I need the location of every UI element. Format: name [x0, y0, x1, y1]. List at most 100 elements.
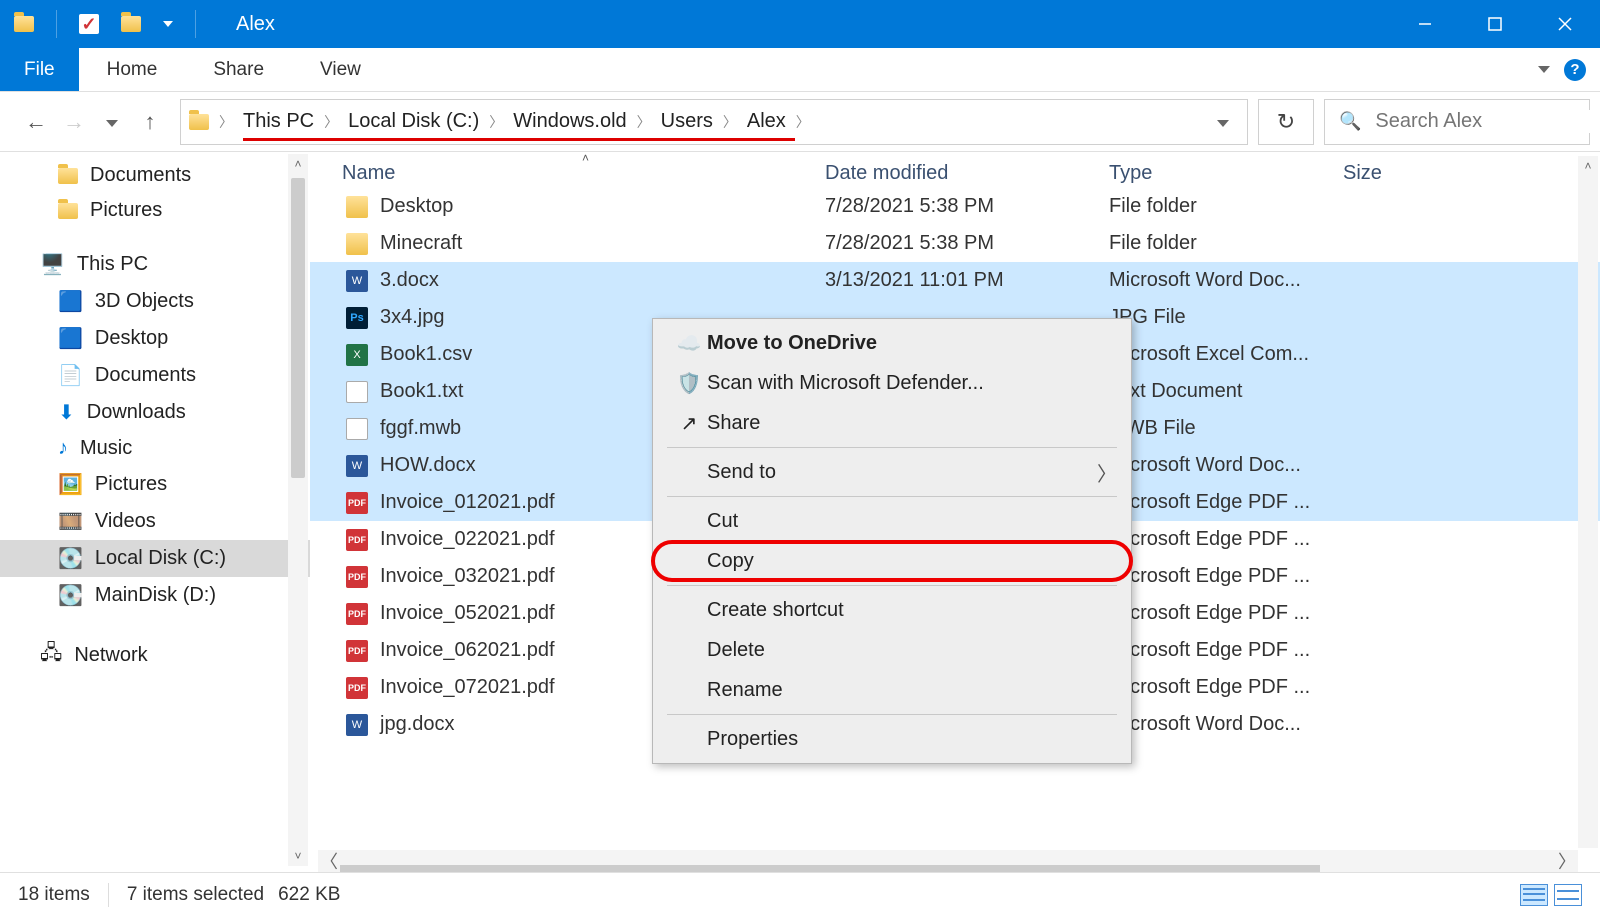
- horizontal-scrollbar[interactable]: 〈 〉: [318, 850, 1578, 872]
- ctx-label: Send to: [707, 461, 1097, 484]
- chevron-right-icon: 〉: [1097, 458, 1131, 487]
- file-name: 3x4.jpg: [380, 306, 445, 329]
- file-row[interactable]: Desktop7/28/2021 5:38 PMFile folder: [310, 188, 1600, 225]
- ctx-label: Rename: [707, 679, 1131, 702]
- scroll-up-icon[interactable]: ˄: [288, 154, 308, 174]
- scroll-right-icon[interactable]: 〉: [1556, 848, 1578, 874]
- file-name: HOW.docx: [380, 454, 476, 477]
- breadcrumb-item[interactable]: This PC: [237, 110, 320, 133]
- col-size[interactable]: Size: [1343, 162, 1393, 185]
- chevron-right-icon[interactable]: 〉: [633, 112, 655, 132]
- tab-view[interactable]: View: [292, 48, 389, 91]
- vertical-scrollbar[interactable]: ˄: [1578, 156, 1598, 848]
- sidebar-scrollbar[interactable]: ˄ ˅: [288, 154, 308, 866]
- check-icon[interactable]: ✓: [79, 14, 99, 34]
- file-date: 7/28/2021 5:38 PM: [825, 195, 1109, 218]
- qat-dropdown-icon[interactable]: [163, 21, 173, 27]
- desktop-icon: 🟦: [58, 326, 83, 351]
- documents-icon: 📄: [58, 363, 83, 388]
- sidebar-item-thispc[interactable]: 🖥️This PC: [0, 246, 310, 283]
- tab-share[interactable]: Share: [185, 48, 292, 91]
- file-type: Microsoft Edge PDF ...: [1109, 602, 1343, 625]
- up-button[interactable]: ↑: [136, 109, 164, 135]
- back-button[interactable]: ←: [22, 109, 50, 135]
- ctx-cut[interactable]: Cut: [653, 501, 1131, 541]
- view-icons-button[interactable]: [1554, 884, 1582, 906]
- file-row[interactable]: W3.docx3/13/2021 11:01 PMMicrosoft Word …: [310, 262, 1600, 299]
- status-bar: 18 items 7 items selected 622 KB: [0, 872, 1600, 916]
- search-input[interactable]: [1375, 110, 1600, 133]
- sidebar-item-videos[interactable]: 🎞️Videos: [0, 503, 310, 540]
- refresh-button[interactable]: ↻: [1258, 99, 1314, 145]
- chevron-right-icon[interactable]: 〉: [320, 112, 342, 132]
- address-bar[interactable]: 〉 This PC 〉 Local Disk (C:) 〉 Windows.ol…: [180, 99, 1248, 145]
- history-dropdown[interactable]: [98, 114, 126, 130]
- ctx-move-to-onedrive[interactable]: ☁️Move to OneDrive: [653, 323, 1131, 363]
- shield-icon: 🛡️: [671, 371, 707, 396]
- help-icon[interactable]: ?: [1564, 59, 1586, 81]
- ctx-create-shortcut[interactable]: Create shortcut: [653, 590, 1131, 630]
- sidebar-item-localdisk-c[interactable]: 💽Local Disk (C:): [0, 540, 310, 577]
- status-selected: 7 items selected: [127, 884, 264, 906]
- forward-button[interactable]: →: [60, 109, 88, 135]
- col-date[interactable]: Date modified: [825, 162, 1109, 185]
- sidebar-item-3dobjects[interactable]: 🟦3D Objects: [0, 283, 310, 320]
- sidebar-item-pictures[interactable]: Pictures: [0, 193, 310, 228]
- context-menu: ☁️Move to OneDrive🛡️Scan with Microsoft …: [652, 318, 1132, 764]
- ctx-properties[interactable]: Properties: [653, 719, 1131, 759]
- col-name[interactable]: Name: [310, 162, 825, 185]
- pdf-icon: PDF: [346, 529, 368, 551]
- file-row[interactable]: Minecraft7/28/2021 5:38 PMFile folder: [310, 225, 1600, 262]
- pdf-icon: PDF: [346, 677, 368, 699]
- scroll-down-icon[interactable]: ˅: [288, 846, 308, 866]
- search-box[interactable]: 🔍: [1324, 99, 1590, 145]
- close-button[interactable]: [1530, 0, 1600, 48]
- chevron-right-icon[interactable]: 〉: [792, 112, 814, 132]
- cloud-icon: ☁️: [671, 331, 707, 356]
- ctx-scan-with-microsoft-defender-[interactable]: 🛡️Scan with Microsoft Defender...: [653, 363, 1131, 403]
- ribbon-expand-icon[interactable]: [1538, 66, 1550, 73]
- folder-icon: [14, 16, 34, 32]
- ctx-share[interactable]: ↗Share: [653, 403, 1131, 443]
- ctx-label: Move to OneDrive: [707, 332, 1131, 355]
- scroll-up-icon[interactable]: ˄: [1578, 156, 1598, 176]
- sidebar-item-network[interactable]: 🖧Network: [0, 632, 310, 678]
- minimize-button[interactable]: [1390, 0, 1460, 48]
- sidebar-item-documents[interactable]: 📄Documents: [0, 357, 310, 394]
- breadcrumb-item[interactable]: Local Disk (C:): [342, 110, 485, 133]
- scroll-left-icon[interactable]: 〈: [318, 848, 340, 874]
- annotation-underline: [243, 138, 795, 141]
- sidebar-item-desktop[interactable]: 🟦Desktop: [0, 320, 310, 357]
- breadcrumb-item[interactable]: Users: [655, 110, 719, 133]
- ctx-label: Scan with Microsoft Defender...: [707, 372, 1131, 395]
- ctx-rename[interactable]: Rename: [653, 670, 1131, 710]
- sidebar-item-pictures[interactable]: 🖼️Pictures: [0, 466, 310, 503]
- sidebar-item-downloads[interactable]: ⬇Downloads: [0, 394, 310, 431]
- ctx-copy[interactable]: Copy: [653, 541, 1131, 581]
- chevron-right-icon[interactable]: 〉: [215, 112, 237, 132]
- pictures-icon: 🖼️: [58, 472, 83, 497]
- scroll-thumb[interactable]: [291, 178, 305, 478]
- pdf-icon: PDF: [346, 492, 368, 514]
- sidebar-item-documents[interactable]: Documents: [0, 158, 310, 193]
- file-type: MWB File: [1109, 417, 1343, 440]
- downloads-icon: ⬇: [58, 400, 75, 425]
- maximize-button[interactable]: [1460, 0, 1530, 48]
- address-dropdown[interactable]: [1207, 111, 1239, 132]
- file-type: JPG File: [1109, 306, 1343, 329]
- sidebar-item-music[interactable]: ♪Music: [0, 431, 310, 466]
- breadcrumb-item[interactable]: Alex: [741, 110, 792, 133]
- ctx-delete[interactable]: Delete: [653, 630, 1131, 670]
- chevron-right-icon[interactable]: 〉: [485, 112, 507, 132]
- chevron-right-icon[interactable]: 〉: [719, 112, 741, 132]
- tab-file[interactable]: File: [0, 48, 79, 91]
- ribbon: File Home Share View ?: [0, 48, 1600, 92]
- ctx-send-to[interactable]: Send to〉: [653, 452, 1131, 492]
- folder-icon[interactable]: [121, 16, 141, 32]
- view-details-button[interactable]: [1520, 884, 1548, 906]
- col-type[interactable]: Type: [1109, 162, 1343, 185]
- breadcrumb-item[interactable]: Windows.old: [507, 110, 632, 133]
- tab-home[interactable]: Home: [79, 48, 186, 91]
- sidebar-item-maindisk-d[interactable]: 💽MainDisk (D:): [0, 577, 310, 614]
- file-date: 7/28/2021 5:38 PM: [825, 232, 1109, 255]
